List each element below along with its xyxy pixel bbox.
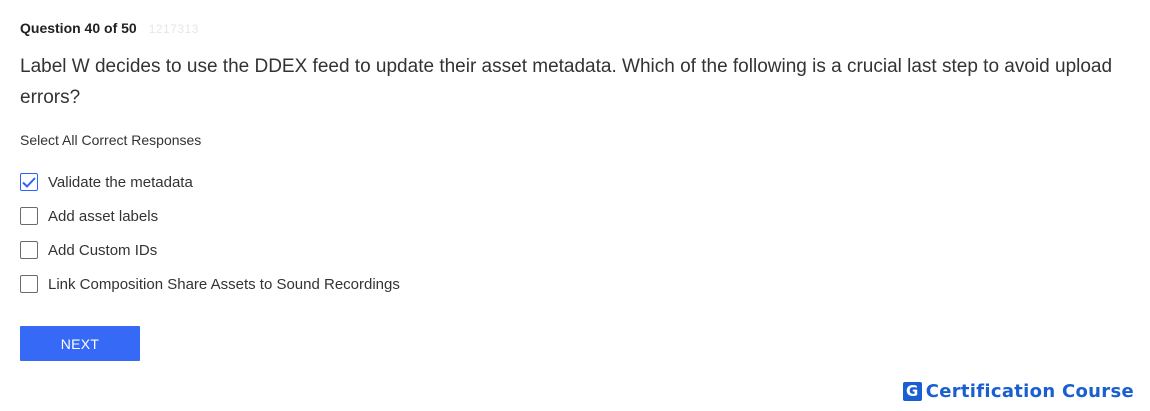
answer-options: Validate the metadata Add asset labels A… [20, 172, 400, 308]
checkbox-checked[interactable] [20, 173, 38, 191]
question-instruction: Select All Correct Responses [20, 132, 202, 148]
next-button[interactable]: NEXT [20, 326, 140, 361]
check-icon [22, 176, 36, 188]
question-counter: Question 40 of 50 [20, 20, 137, 36]
option-link-composition-share[interactable]: Link Composition Share Assets to Sound R… [20, 274, 400, 294]
checkbox-unchecked[interactable] [20, 241, 38, 259]
g-logo-icon: G [902, 382, 922, 401]
option-add-asset-labels[interactable]: Add asset labels [20, 206, 400, 226]
quiz-page: Question 40 of 50 1217313 Label W decide… [0, 0, 1150, 411]
option-label: Add asset labels [48, 207, 159, 225]
option-label: Link Composition Share Assets to Sound R… [48, 275, 400, 293]
question-text: Label W decides to use the DDEX feed to … [20, 56, 1113, 108]
option-label: Validate the metadata [48, 173, 193, 191]
option-add-custom-ids[interactable]: Add Custom IDs [20, 240, 400, 260]
brand-logo: G Certification Course [902, 381, 1134, 402]
question-header: Question 40 of 50 1217313 [20, 20, 199, 36]
checkbox-unchecked[interactable] [20, 207, 38, 225]
question-id: 1217313 [148, 22, 199, 36]
brand-name: Certification Course [925, 381, 1134, 402]
option-validate-metadata[interactable]: Validate the metadata [20, 172, 400, 192]
option-label: Add Custom IDs [48, 241, 158, 259]
checkbox-unchecked[interactable] [20, 275, 38, 293]
